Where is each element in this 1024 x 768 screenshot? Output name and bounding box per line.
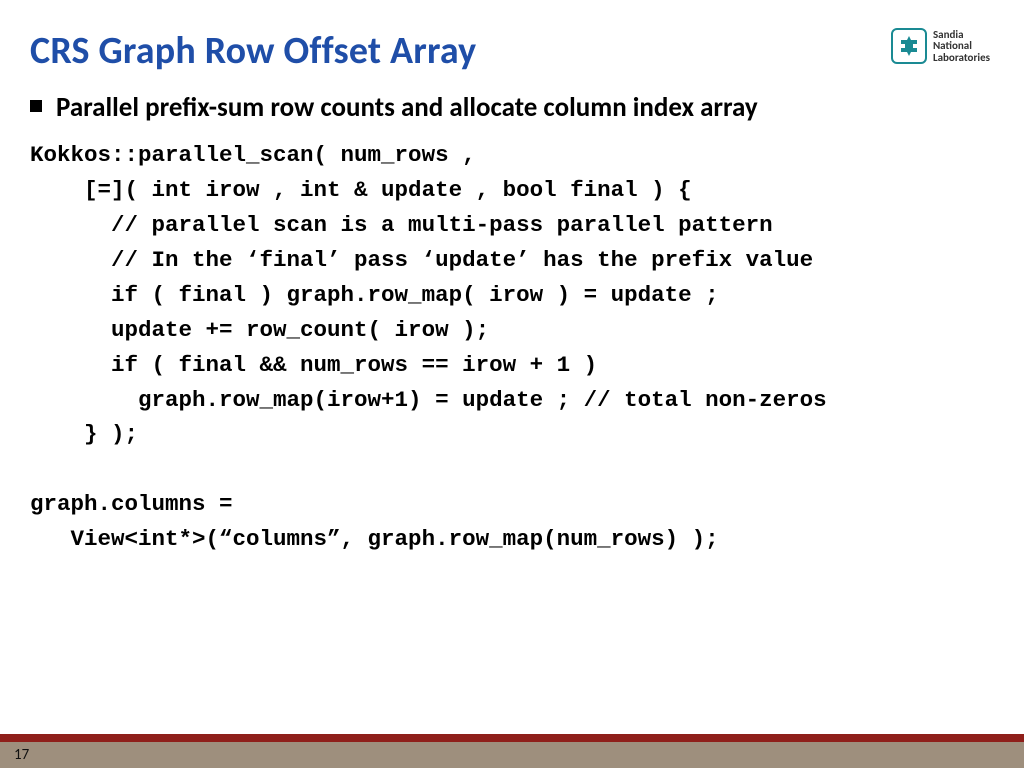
slide-footer: 17 bbox=[0, 734, 1024, 768]
bullet-item: Parallel prefix-sum row counts and alloc… bbox=[30, 92, 994, 124]
footer-accent-bar bbox=[0, 734, 1024, 742]
logo-line3: Laboratories bbox=[933, 52, 990, 64]
bullet-text: Parallel prefix-sum row counts and alloc… bbox=[56, 92, 758, 124]
code-block: Kokkos::parallel_scan( num_rows , [=]( i… bbox=[30, 138, 994, 557]
logo-text: Sandia National Laboratories bbox=[933, 29, 990, 64]
slide-content: Parallel prefix-sum row counts and alloc… bbox=[30, 92, 994, 557]
bullet-square-icon bbox=[30, 100, 42, 112]
slide-title: CRS Graph Row Offset Array bbox=[30, 28, 476, 74]
sandia-logo: Sandia National Laboratories bbox=[891, 28, 990, 64]
footer-bar: 17 bbox=[0, 742, 1024, 768]
thunderbird-icon bbox=[891, 28, 927, 64]
page-number: 17 bbox=[14, 746, 29, 764]
presentation-slide: CRS Graph Row Offset Array Sandia Nation… bbox=[0, 0, 1024, 768]
